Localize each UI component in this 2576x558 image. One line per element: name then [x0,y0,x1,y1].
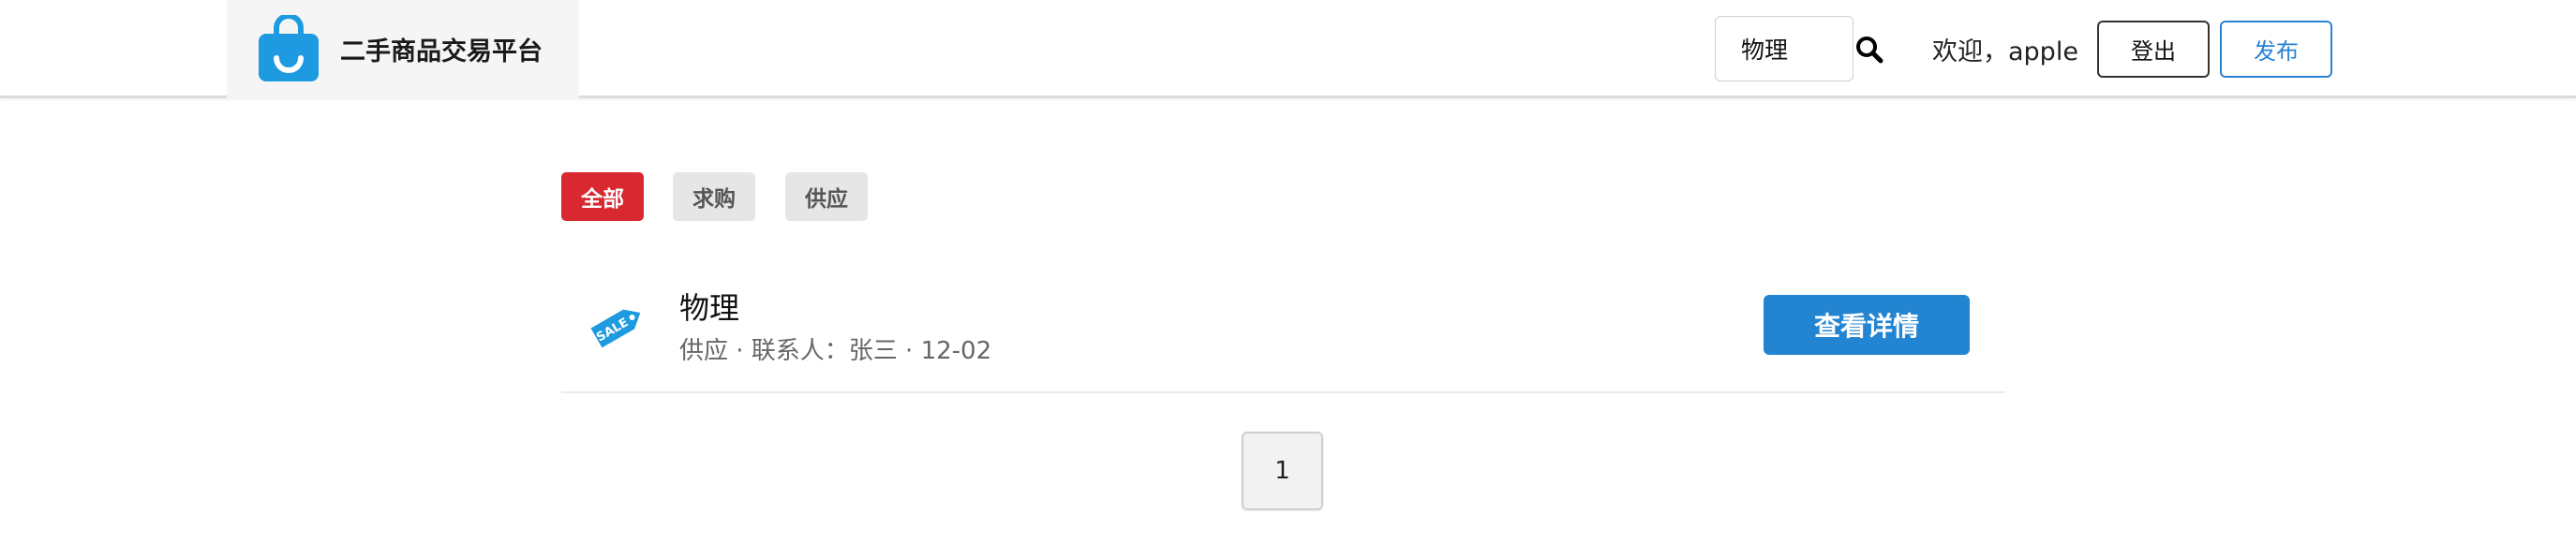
listing-title[interactable]: 物理 [679,285,739,328]
filter-tag-supply[interactable]: 供应 [785,172,868,221]
search-icon[interactable] [1854,35,1884,65]
pagination-page-1[interactable]: 1 [1242,432,1323,510]
welcome-text: 欢迎，apple [1932,37,2078,66]
logout-button[interactable]: 登出 [2097,21,2210,78]
sale-tag-icon: SALE [590,309,641,348]
publish-button[interactable]: 发布 [2220,21,2332,78]
filter-tag-all[interactable]: 全部 [561,172,644,221]
brand-title: 二手商品交易平台 [340,37,543,66]
shopping-bag-icon [259,15,319,81]
search-input[interactable] [1715,16,1854,81]
list-item: SALE 物理 供应 · 联系人：张三 · 12-02 查看详情 [561,272,2005,393]
top-navbar: 二手商品交易平台 欢迎，apple 登出 发布 [0,0,2576,98]
brand[interactable]: 二手商品交易平台 [227,0,579,98]
view-details-button[interactable]: 查看详情 [1764,295,1970,355]
listing-meta: 供应 · 联系人：张三 · 12-02 [679,337,992,365]
filter-tag-buy[interactable]: 求购 [673,172,755,221]
